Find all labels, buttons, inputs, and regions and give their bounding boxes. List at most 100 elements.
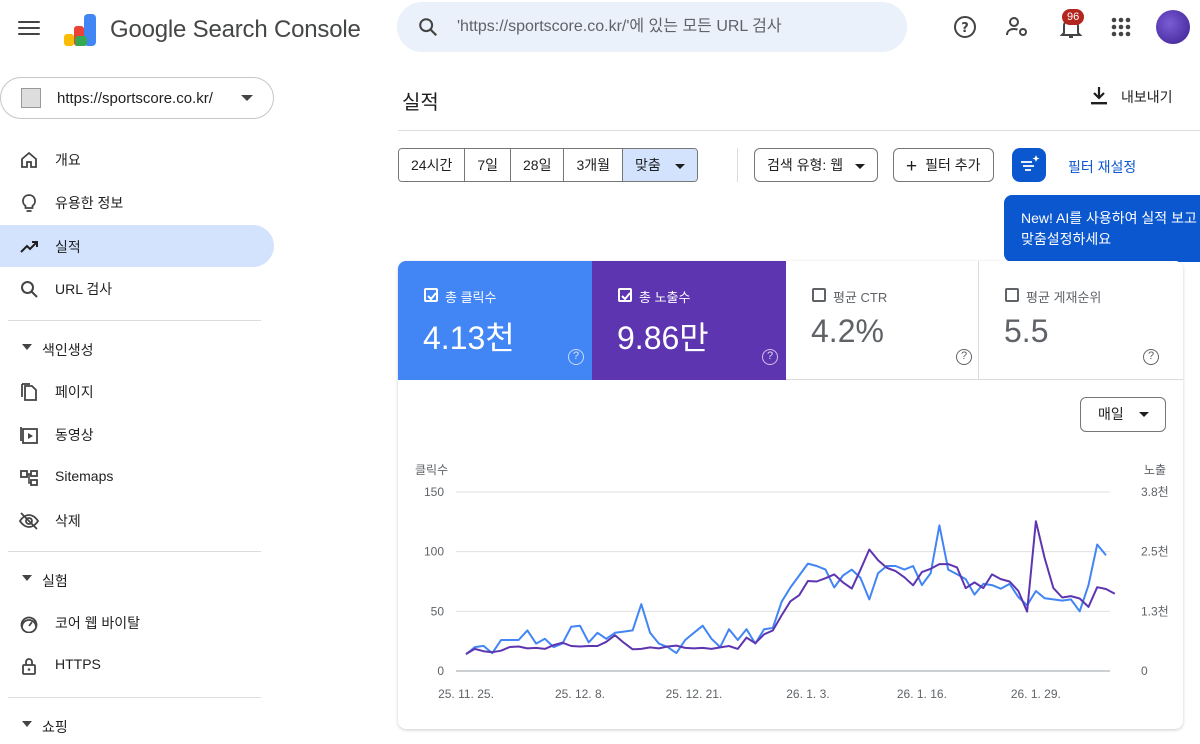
- sidebar-item-label: 삭제: [55, 513, 81, 529]
- sidebar-item-overview[interactable]: 개요: [0, 138, 274, 180]
- collapse-arrow-icon: [22, 721, 32, 727]
- granularity-select[interactable]: 매일: [1080, 397, 1166, 432]
- x-tick-label: 26. 1. 16.: [897, 687, 947, 701]
- metric-label: 총 클릭수: [445, 290, 497, 305]
- range-28d-button[interactable]: 28일: [511, 149, 565, 181]
- sidebar-item-label: Sitemaps: [55, 468, 114, 484]
- range-custom-button[interactable]: 맞춤: [623, 149, 697, 181]
- clicks-series-line: [465, 524, 1107, 656]
- metric-total-clicks[interactable]: 총 클릭수 4.13천 ?: [398, 261, 593, 380]
- tooltip-line-2: 맞춤설정하세요: [1021, 231, 1112, 247]
- help-icon[interactable]: ?: [952, 14, 978, 40]
- section-label: 쇼핑: [42, 719, 68, 735]
- sidebar-section-indexing[interactable]: 색인생성: [0, 330, 274, 366]
- sidebar-item-pages[interactable]: 페이지: [0, 370, 274, 412]
- range-24h-button[interactable]: 24시간: [399, 149, 466, 181]
- help-icon[interactable]: ?: [1143, 349, 1159, 365]
- help-icon[interactable]: ?: [762, 349, 778, 365]
- search-console-logo-icon: [64, 14, 96, 46]
- x-tick-label: 25. 11. 25.: [438, 687, 494, 701]
- app-title: Google Search Console: [110, 16, 361, 43]
- lock-icon: [22, 658, 36, 675]
- collapse-arrow-icon: [22, 344, 32, 350]
- metric-label: 평균 게재순위: [1026, 290, 1102, 305]
- range-7d-button[interactable]: 7일: [465, 149, 512, 181]
- download-icon: [1091, 87, 1107, 105]
- search-type-filter[interactable]: 검색 유형: 웹: [754, 148, 879, 182]
- y-tick-right: 1.3천: [1141, 603, 1169, 618]
- range-custom-label: 맞춤: [635, 157, 661, 173]
- x-tick-label: 26. 1. 29.: [1011, 687, 1061, 701]
- manage-users-icon[interactable]: [1004, 14, 1030, 40]
- sidebar-divider: [8, 320, 261, 321]
- metric-average-position[interactable]: 평균 게재순위 5.5 ?: [979, 261, 1183, 380]
- gauge-icon: [20, 616, 38, 633]
- search-input[interactable]: [457, 14, 887, 40]
- sidebar-item-removals[interactable]: 삭제: [0, 499, 274, 541]
- eye-off-icon: [19, 512, 39, 530]
- sidebar-item-label: 유용한 정보: [55, 195, 124, 211]
- export-label: 내보내기: [1121, 89, 1173, 105]
- date-range-group: 24시간 7일 28일 3개월 맞춤: [398, 148, 698, 182]
- add-filter-label: 필터 추가: [925, 157, 981, 173]
- metric-average-ctr[interactable]: 평균 CTR 4.2% ?: [786, 261, 979, 380]
- dropdown-arrow-icon: [674, 163, 685, 169]
- apps-grid-icon[interactable]: [1108, 14, 1134, 40]
- y-tick-left: 100: [424, 545, 444, 559]
- metric-value: 5.5: [1004, 313, 1049, 349]
- y-tick-right: 0: [1141, 664, 1148, 678]
- property-selector[interactable]: https://sportscore.co.kr/: [0, 77, 274, 119]
- sidebar-divider: [8, 697, 261, 698]
- ai-filter-button[interactable]: [1012, 148, 1046, 182]
- search-icon: [419, 18, 438, 37]
- metric-value: 4.13천: [423, 320, 515, 356]
- url-inspect-search[interactable]: [397, 2, 907, 52]
- sidebar-item-url-inspection[interactable]: URL 검사: [0, 267, 274, 309]
- add-filter-button[interactable]: + 필터 추가: [893, 148, 994, 182]
- help-icon[interactable]: ?: [568, 349, 584, 365]
- checkbox-unchecked-icon: [812, 288, 826, 302]
- metric-total-impressions[interactable]: 총 노출수 9.86만 ?: [592, 261, 786, 380]
- search-type-label: 검색 유형: 웹: [767, 157, 844, 173]
- ai-tooltip[interactable]: New! AI를 사용하여 실적 보고 맞춤설정하세요: [1004, 195, 1200, 262]
- sidebar-section-experience[interactable]: 실험: [0, 561, 274, 597]
- y-tick-left: 0: [437, 664, 444, 678]
- sidebar-section-shopping[interactable]: 쇼핑: [0, 707, 274, 743]
- sidebar-item-insights[interactable]: 유용한 정보: [0, 181, 274, 223]
- sidebar-divider: [8, 551, 261, 552]
- sitemap-icon: [20, 470, 38, 486]
- y-tick-right: 3.8천: [1141, 484, 1169, 499]
- dropdown-arrow-icon: [1139, 412, 1149, 417]
- y-tick-right: 2.5천: [1141, 544, 1169, 559]
- y-tick-left: 50: [431, 604, 445, 618]
- site-favicon-icon: [21, 88, 41, 108]
- sidebar-item-label: 개요: [55, 152, 81, 168]
- sidebar-item-https[interactable]: HTTPS: [0, 644, 274, 686]
- reset-filters-link[interactable]: 필터 재설정: [1068, 157, 1136, 177]
- y-tick-left: 150: [424, 485, 444, 499]
- range-3m-button[interactable]: 3개월: [564, 149, 624, 181]
- x-tick-label: 25. 12. 21.: [666, 687, 723, 701]
- sidebar-item-video[interactable]: 동영상: [0, 413, 274, 455]
- sidebar-item-sitemaps[interactable]: Sitemaps: [0, 456, 274, 498]
- sidebar-item-core-web-vitals[interactable]: 코어 웹 바이탈: [0, 601, 274, 643]
- sidebar-item-label: 코어 웹 바이탈: [55, 615, 141, 631]
- plus-icon: +: [906, 156, 918, 177]
- performance-chart: 클릭수 노출 150 3.8천 100 2.5천 50 1.3천 0 0 25. 11. 25. 25…: [415, 463, 1169, 701]
- metric-label: 평균 CTR: [833, 290, 888, 305]
- metric-value: 9.86만: [617, 320, 709, 356]
- sidebar-item-performance[interactable]: 실적: [0, 225, 274, 267]
- menu-icon[interactable]: [18, 18, 40, 38]
- avatar[interactable]: [1156, 10, 1190, 44]
- home-icon: [21, 151, 37, 168]
- x-tick-label: 26. 1. 3.: [786, 687, 829, 701]
- header-divider: [398, 130, 1200, 131]
- notification-badge: 96: [1062, 9, 1085, 25]
- tooltip-line-1: New! AI를 사용하여 실적 보고: [1021, 210, 1197, 226]
- sidebar-item-label: HTTPS: [55, 656, 101, 672]
- x-tick-label: 25. 12. 8.: [555, 687, 605, 701]
- section-label: 실험: [42, 573, 68, 589]
- page-title: 실적: [402, 92, 439, 114]
- pages-icon: [21, 383, 37, 401]
- help-icon[interactable]: ?: [956, 349, 972, 365]
